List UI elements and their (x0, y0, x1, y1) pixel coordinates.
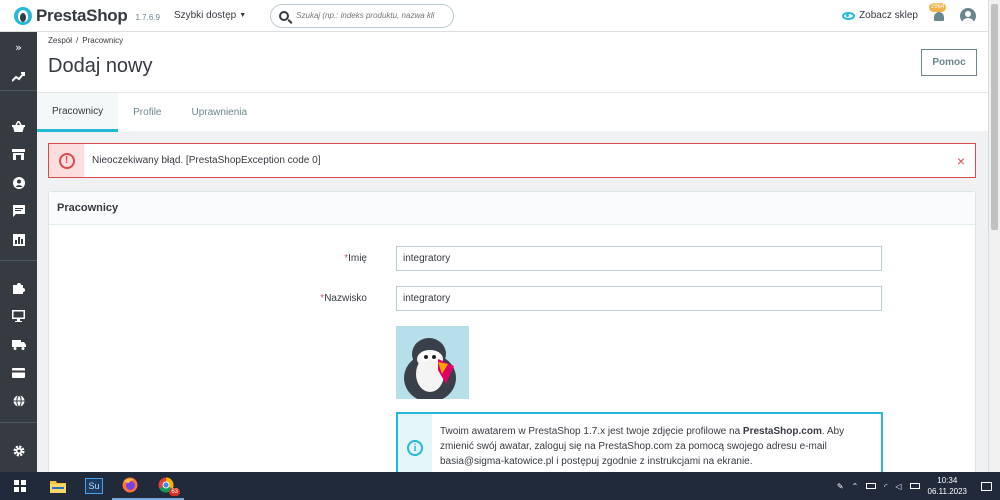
error-alert: ! Nieoczekiwany błąd. [PrestaShopExcepti… (48, 143, 976, 178)
start-button[interactable] (0, 472, 40, 500)
info-icon: i (407, 440, 423, 456)
notifications-button[interactable]: 2964 (929, 2, 947, 23)
sidebar-collapse-button[interactable]: » (0, 37, 37, 57)
breadcrumb-employees[interactable]: Pracownicy (82, 36, 123, 45)
employee-account-icon[interactable] (960, 7, 976, 24)
sidebar-item-messages[interactable] (0, 201, 37, 221)
tabs: Pracownicy Profile Uprawnienia (37, 92, 988, 132)
clock[interactable]: 10:34 06.11.2023 (928, 475, 967, 497)
wifi-icon[interactable]: ◜ (884, 482, 887, 491)
breadcrumb: Zespół / Pracownicy (48, 36, 123, 45)
tab-permissions[interactable]: Uprawnienia (177, 93, 263, 132)
view-shop-link[interactable]: Zobacz sklep (842, 10, 918, 21)
settings-gear-icon (13, 445, 24, 457)
tab-profiles[interactable]: Profile (118, 93, 176, 132)
search-box[interactable] (270, 3, 455, 28)
sidebar-item-customers[interactable] (0, 173, 37, 193)
shipping-truck-icon (11, 340, 26, 350)
chevron-up-icon[interactable]: ⌃ (852, 482, 859, 491)
version-number: 1.7.6.9 (135, 13, 160, 22)
page-header: Zespół / Pracownicy Dodaj nowy Pomoc Pra… (37, 32, 988, 132)
prestashop-logo[interactable]: PrestaShop 1.7.6.9 (14, 6, 160, 26)
scrollbar-thumb[interactable] (991, 4, 998, 230)
error-icon: ! (58, 152, 75, 169)
design-monitor-icon (12, 310, 25, 322)
sidebar-item-dashboard[interactable] (0, 67, 37, 87)
windows-taskbar: Su 63 ✎ ⌃ ◜ ◁ 10:34 06.11.2023 (0, 472, 1000, 500)
payment-card-icon (12, 368, 25, 378)
breadcrumb-separator: / (76, 36, 79, 45)
messages-icon (12, 205, 25, 217)
sidebar-item-payment[interactable] (0, 363, 37, 383)
sidebar-item-modules[interactable] (0, 278, 37, 298)
search-icon[interactable] (279, 10, 290, 21)
international-globe-icon (13, 395, 24, 407)
battery-icon[interactable] (866, 483, 877, 489)
collapse-icon: » (15, 40, 22, 54)
help-button[interactable]: Pomoc (921, 49, 977, 76)
first-name-label: *Imię (257, 253, 367, 264)
volume-icon[interactable]: ◁ (895, 482, 901, 491)
taskbar-app-su[interactable]: Su (76, 472, 112, 500)
sidebar: » (0, 32, 37, 472)
panel-title: Pracownicy (49, 192, 975, 225)
sidebar-item-catalog[interactable] (0, 144, 37, 164)
stats-icon (12, 234, 25, 246)
stats-trend-icon (12, 72, 25, 82)
view-shop-label: Zobacz sklep (859, 10, 918, 21)
customers-icon (12, 177, 25, 189)
eye-icon (842, 11, 856, 20)
vertical-scrollbar[interactable] (988, 0, 1000, 472)
last-name-label: *Nazwisko (257, 293, 367, 304)
quick-access-label: Szybki dostęp (173, 10, 237, 21)
employee-form-panel: Pracownicy *Imię *Nazwisko i Twoim awata… (48, 191, 976, 482)
system-tray: ✎ ⌃ ◜ ◁ 10:34 06.11.2023 (837, 475, 1000, 497)
last-name-input[interactable] (396, 286, 882, 311)
alert-message: Nieoczekiwany błąd. [PrestaShopException… (92, 155, 321, 166)
first-name-input[interactable] (396, 246, 882, 271)
page-title: Dodaj nowy (48, 55, 153, 77)
notifications-badge: 2964 (929, 2, 947, 12)
breadcrumb-team[interactable]: Zespół (48, 36, 72, 45)
last-name-label-text: Nazwisko (324, 293, 367, 304)
sidebar-item-settings[interactable] (0, 441, 37, 461)
sidebar-item-design[interactable] (0, 306, 37, 326)
prestashop-com-link[interactable]: PrestaShop.com (743, 426, 822, 437)
caret-down-icon: ▼ (239, 12, 247, 19)
orders-basket-icon (12, 120, 25, 132)
sidebar-item-shipping[interactable] (0, 335, 37, 355)
bell-icon (934, 11, 944, 21)
chrome-badge: 63 (169, 488, 180, 496)
logo-text: PrestaShop (36, 5, 128, 25)
quick-access-dropdown[interactable]: Szybki dostęp ▼ (174, 10, 246, 21)
taskbar-file-explorer[interactable] (40, 472, 76, 500)
puffin-logo-icon (14, 6, 32, 25)
taskbar-firefox[interactable] (112, 472, 148, 500)
avatar (396, 326, 469, 399)
modules-puzzle-icon (12, 283, 25, 294)
taskbar-chrome[interactable]: 63 (148, 472, 184, 500)
windows-logo-icon (14, 480, 26, 492)
notification-center-icon[interactable] (981, 481, 992, 491)
tab-employees[interactable]: Pracownicy (37, 93, 119, 132)
sidebar-item-stats[interactable] (0, 230, 37, 250)
pen-icon[interactable]: ✎ (837, 482, 844, 491)
info-text-part: Twoim awatarem w PrestaShop 1.7.x jest t… (440, 426, 743, 437)
su-app-icon: Su (85, 478, 103, 494)
first-name-label-text: Imię (348, 253, 367, 264)
puffin-avatar-image (396, 326, 469, 399)
firefox-icon (122, 477, 138, 493)
clock-date: 06.11.2023 (927, 487, 967, 496)
catalog-store-icon (12, 148, 25, 160)
close-icon[interactable]: × (957, 153, 965, 169)
top-navbar: PrestaShop 1.7.6.9 Szybki dostęp ▼ Zobac… (0, 0, 988, 32)
sidebar-item-international[interactable] (0, 391, 37, 411)
keyboard-icon[interactable] (909, 483, 920, 489)
sidebar-item-orders[interactable] (0, 116, 37, 136)
search-input[interactable] (296, 11, 447, 20)
clock-time: 10:34 (937, 476, 958, 485)
folder-icon (50, 480, 66, 493)
